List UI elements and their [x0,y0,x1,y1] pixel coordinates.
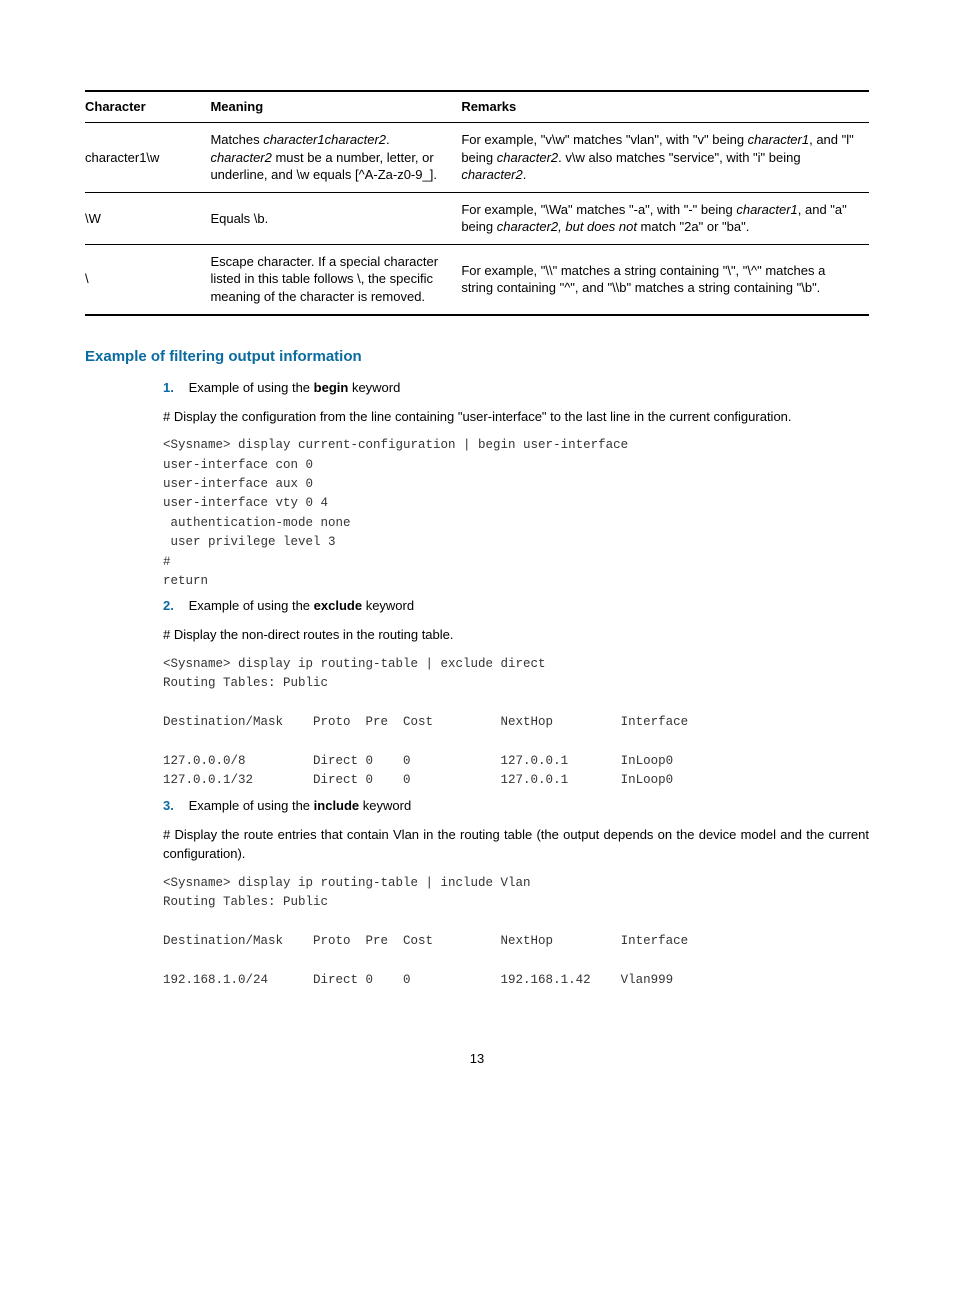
step-number: 1. [163,379,185,397]
cell-char: character1\w [85,123,210,193]
step-text-pre: Example of using the [189,798,314,813]
step-keyword: include [314,798,360,813]
step-3: 3. Example of using the include keyword [163,797,869,815]
step-text-post: keyword [348,380,400,395]
step-keyword: exclude [314,598,362,613]
cell-remarks: For example, "v\w" matches "vlan", with … [461,123,869,193]
step-keyword: begin [314,380,349,395]
cell-remarks: For example, "\Wa" matches "-a", with "-… [461,192,869,244]
para-3: # Display the route entries that contain… [163,825,869,864]
step-1: 1. Example of using the begin keyword [163,379,869,397]
table-row: character1\w Matches character1character… [85,123,869,193]
cell-meaning: Matches character1character2. character2… [210,123,461,193]
table-row: \W Equals \b. For example, "\Wa" matches… [85,192,869,244]
step-text-pre: Example of using the [189,380,314,395]
code-block-2: <Sysname> display ip routing-table | exc… [163,655,869,791]
page-number: 13 [85,1050,869,1068]
para-2: # Display the non-direct routes in the r… [163,625,869,645]
th-character: Character [85,91,210,123]
step-number: 2. [163,597,185,615]
th-meaning: Meaning [210,91,461,123]
cell-remarks: For example, "\\" matches a string conta… [461,244,869,314]
step-text-post: keyword [362,598,414,613]
cell-meaning: Equals \b. [210,192,461,244]
regex-table: Character Meaning Remarks character1\w M… [85,90,869,316]
step-text-pre: Example of using the [189,598,314,613]
cell-meaning: Escape character. If a special character… [210,244,461,314]
cell-char: \W [85,192,210,244]
para-1: # Display the configuration from the lin… [163,407,869,427]
section-heading: Example of filtering output information [85,346,869,367]
step-text-post: keyword [359,798,411,813]
code-block-3: <Sysname> display ip routing-table | inc… [163,874,869,990]
cell-char: \ [85,244,210,314]
table-row: \ Escape character. If a special charact… [85,244,869,314]
code-block-1: <Sysname> display current-configuration … [163,436,869,591]
step-number: 3. [163,797,185,815]
th-remarks: Remarks [461,91,869,123]
step-2: 2. Example of using the exclude keyword [163,597,869,615]
